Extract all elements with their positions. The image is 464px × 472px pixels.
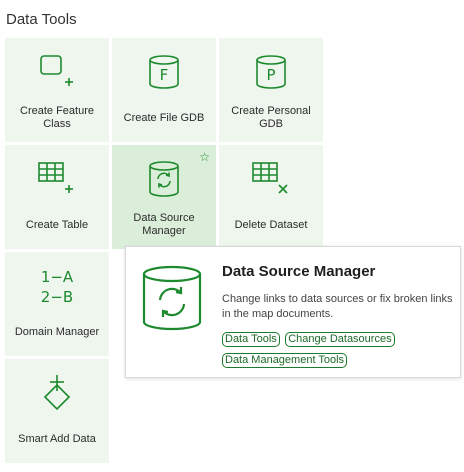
tile-domain-manager[interactable]: 1−A 2−B Domain Manager <box>5 252 109 356</box>
tag-data-management-tools[interactable]: Data Management Tools <box>222 353 348 368</box>
database-refresh-icon <box>142 265 202 331</box>
table-plus-icon <box>38 162 73 193</box>
database-refresh-icon <box>149 161 179 197</box>
tooltip-description: Change links to data sources or fix brok… <box>222 293 453 320</box>
rectangle-plus-icon <box>40 55 73 86</box>
tile-label: Create File GDB <box>123 111 205 124</box>
tile-create-file-gdb[interactable]: F Create File GDB <box>112 38 216 142</box>
svg-text:F: F <box>160 66 169 84</box>
star-icon[interactable]: ☆ <box>199 151 210 163</box>
tooltip-tags: Data Tools Change Datasources Data Manag… <box>222 329 454 371</box>
tile-data-source-manager[interactable]: ☆ Data Source Manager <box>112 145 216 249</box>
tile-create-table[interactable]: Create Table <box>5 145 109 249</box>
tile-smart-add-data[interactable]: Smart Add Data <box>5 359 109 463</box>
tile-delete-dataset[interactable]: Delete Dataset <box>219 145 323 249</box>
svg-text:P: P <box>266 66 275 84</box>
tile-label: Create Feature Class <box>20 105 94 130</box>
tile-create-feature-class[interactable]: Create Feature Class <box>5 38 109 142</box>
svg-text:1−A: 1−A <box>41 268 74 286</box>
diamond-plus-icon <box>43 375 71 411</box>
mapping-icon: 1−A 2−B <box>41 268 74 306</box>
database-f-icon: F <box>149 55 179 89</box>
tooltip-data-source-manager: Data Source Manager Change links to data… <box>125 246 461 378</box>
tile-label: Create Table <box>25 218 89 231</box>
tile-label: Smart Add Data <box>18 432 96 445</box>
svg-text:2−B: 2−B <box>41 288 73 306</box>
tag-change-datasources[interactable]: Change Datasources <box>285 332 395 347</box>
tile-label: Delete Dataset <box>234 218 308 231</box>
tile-label: Create Personal GDB <box>231 105 311 130</box>
table-x-icon <box>252 162 288 194</box>
tag-data-tools[interactable]: Data Tools <box>222 332 280 347</box>
tile-label: Data Source Manager <box>133 212 195 237</box>
database-p-icon: P <box>256 55 286 89</box>
tooltip-title: Data Source Manager <box>222 263 376 280</box>
tile-create-personal-gdb[interactable]: P Create Personal GDB <box>219 38 323 142</box>
panel-title: Data Tools <box>6 11 77 28</box>
tile-label: Domain Manager <box>14 325 100 338</box>
